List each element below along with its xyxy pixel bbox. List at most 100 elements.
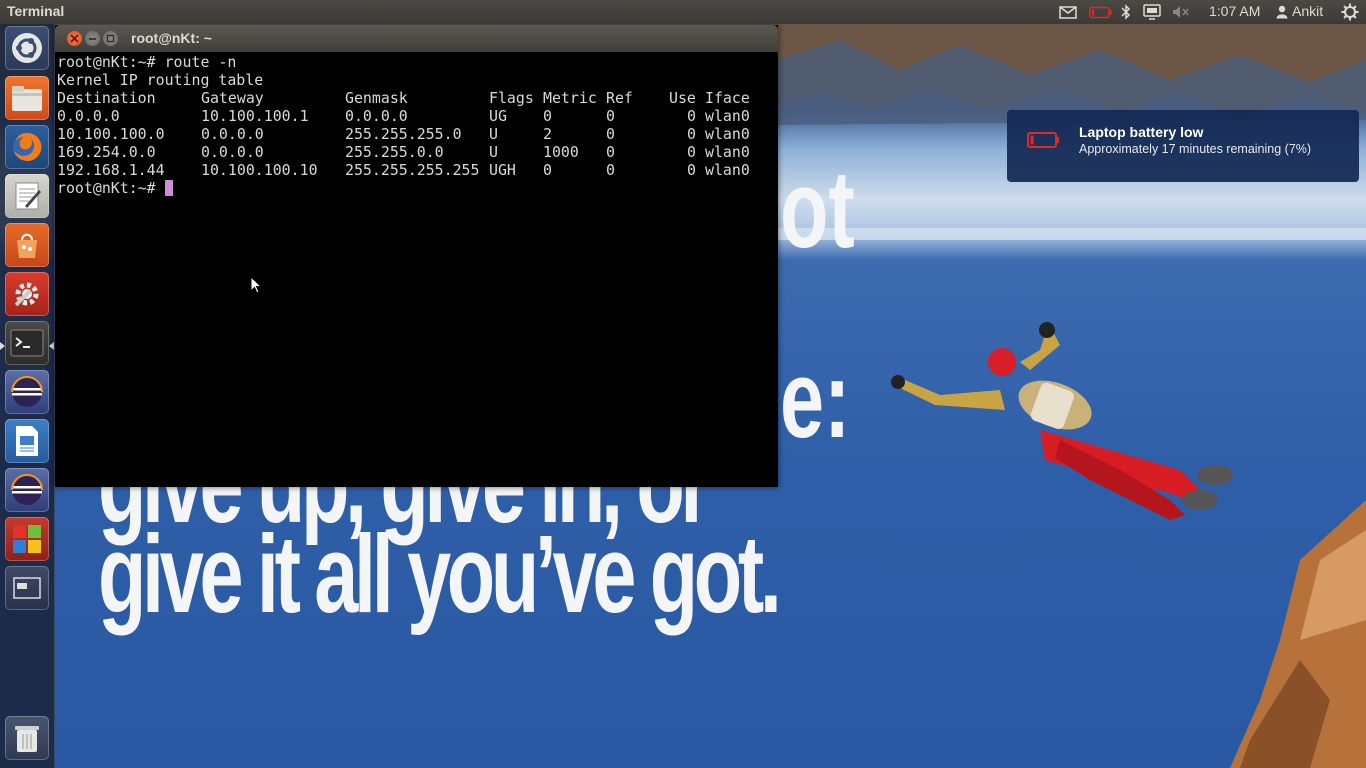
table-cell: 2: [543, 125, 552, 143]
command: route -n: [164, 53, 237, 71]
user-indicator[interactable]: [1274, 0, 1290, 24]
eclipse-icon: [11, 474, 43, 505]
table-cell: 0: [606, 143, 615, 161]
launcher-firefox[interactable]: [5, 125, 49, 169]
table-cell: UG: [489, 107, 507, 125]
header-cell: Use: [669, 89, 696, 107]
table-cell: UGH: [489, 161, 516, 179]
prompt: root@nKt:~#: [57, 53, 165, 71]
firefox-icon: [13, 132, 42, 161]
display-indicator[interactable]: [1141, 0, 1163, 24]
launcher-files[interactable]: [5, 76, 49, 120]
table-cell: U: [489, 143, 498, 161]
table-row: 192.168.1.44 10.100.100.10 255.255.255.2…: [57, 161, 776, 179]
session-indicator[interactable]: [1340, 0, 1360, 24]
table-cell: 0.0.0.0: [57, 107, 120, 125]
table-row: 169.254.0.0 0.0.0.0 255.255.0.0 U 1000 0…: [57, 143, 776, 161]
table-row: 10.100.100.0 0.0.0.0 255.255.255.0 U 2 0…: [57, 125, 776, 143]
workspace-icon: [13, 577, 41, 599]
launcher-trash[interactable]: [5, 716, 49, 760]
command-line: root@nKt:~# route -n: [57, 53, 236, 71]
settings-icon: [14, 282, 39, 307]
minimize-icon: [89, 38, 96, 40]
maximize-button[interactable]: [103, 31, 118, 46]
terminal-output[interactable]: root@nKt:~# route -n Kernel IP routing t…: [57, 52, 776, 485]
table-cell: 0: [606, 107, 615, 125]
launcher-system-settings[interactable]: [5, 272, 49, 316]
table-cell: U: [489, 125, 498, 143]
launcher-workspace-switcher[interactable]: [5, 566, 49, 610]
table-cell: 255.255.255.255: [345, 161, 480, 179]
windows-logo-icon: [13, 525, 41, 553]
top-panel: Terminal 1:07 AM Ankit: [0, 0, 1366, 24]
current-prompt-line[interactable]: root@nKt:~#: [57, 179, 173, 197]
quote-fragment: ot: [780, 148, 855, 271]
messaging-indicator[interactable]: [1058, 0, 1078, 24]
window-titlebar[interactable]: root@nKt: ~: [55, 25, 778, 52]
wallpaper-quote-fragments: ot e:: [780, 150, 855, 460]
header-cell: Iface: [705, 89, 750, 107]
table-cell: wlan0: [705, 161, 750, 179]
text-editor-icon: [15, 182, 41, 210]
table-cell: 0: [606, 125, 615, 143]
terminal-window[interactable]: root@nKt: ~ root@nKt:~# route -n Kernel …: [55, 25, 778, 487]
table-cell: 0: [606, 161, 615, 179]
table-cell: wlan0: [705, 143, 750, 161]
launcher-dash-home[interactable]: [5, 26, 49, 70]
table-cell: 0: [687, 143, 696, 161]
gear-icon: [1341, 3, 1359, 21]
active-indicator: [49, 342, 54, 350]
launcher: [0, 24, 55, 768]
table-cell: 0.0.0.0: [201, 143, 264, 161]
window-title: root@nKt: ~: [131, 30, 212, 46]
table-cell: 0: [543, 107, 552, 125]
launcher-eclipse-2[interactable]: [5, 468, 49, 512]
launcher-terminal[interactable]: [5, 321, 49, 365]
battery-indicator[interactable]: [1088, 0, 1114, 24]
header-cell: Metric: [543, 89, 597, 107]
launcher-text-editor[interactable]: [5, 174, 49, 218]
folder-icon: [12, 86, 42, 111]
table-cell: 0: [687, 107, 696, 125]
table-cell: 0: [687, 125, 696, 143]
table-title: Kernel IP routing table: [57, 71, 264, 89]
quote-line: give it all you’ve got.: [98, 513, 782, 636]
ubuntu-logo-icon: [12, 33, 42, 63]
user-name[interactable]: Ankit: [1292, 3, 1323, 19]
table-cell: 192.168.1.44: [57, 161, 165, 179]
notification-body: Approximately 17 minutes remaining (7%): [1079, 142, 1312, 156]
prompt: root@nKt:~#: [57, 179, 165, 197]
table-row: 0.0.0.0 10.100.100.1 0.0.0.0 UG 0 0 0 wl…: [57, 107, 776, 125]
user-icon: [1276, 5, 1288, 19]
launcher-multicolor-app[interactable]: [5, 517, 49, 561]
text-cursor: [164, 180, 173, 196]
bluetooth-indicator[interactable]: [1118, 0, 1134, 24]
sound-indicator[interactable]: [1170, 0, 1192, 24]
bluetooth-icon: [1121, 4, 1131, 20]
notification-title: Laptop battery low: [1079, 124, 1204, 140]
close-button[interactable]: [67, 31, 82, 46]
mail-icon: [1059, 5, 1077, 19]
display-icon: [1143, 4, 1161, 20]
header-cell: Ref: [606, 89, 633, 107]
table-cell: 0.0.0.0: [345, 107, 408, 125]
table-cell: 0: [543, 161, 552, 179]
table-cell: 255.255.255.0: [345, 125, 462, 143]
table-cell: 10.100.100.1: [201, 107, 309, 125]
table-cell: 169.254.0.0: [57, 143, 156, 161]
minimize-button[interactable]: [85, 31, 100, 46]
header-cell: Flags: [489, 89, 534, 107]
launcher-software-center[interactable]: [5, 223, 49, 267]
header-cell: Destination: [57, 89, 156, 107]
eclipse-icon: [11, 376, 43, 407]
launcher-eclipse[interactable]: [5, 370, 49, 414]
launcher-libreoffice-writer[interactable]: [5, 419, 49, 463]
battery-notification: Laptop battery low Approximately 17 minu…: [1007, 110, 1359, 182]
table-cell: 0.0.0.0: [201, 125, 264, 143]
maximize-icon: [106, 34, 115, 43]
active-app-title[interactable]: Terminal: [7, 3, 64, 19]
clock[interactable]: 1:07 AM: [1209, 3, 1260, 19]
table-cell: 255.255.0.0: [345, 143, 444, 161]
terminal-icon: [10, 329, 44, 357]
table-header-row: Destination Gateway Genmask Flags Metric…: [57, 89, 776, 107]
